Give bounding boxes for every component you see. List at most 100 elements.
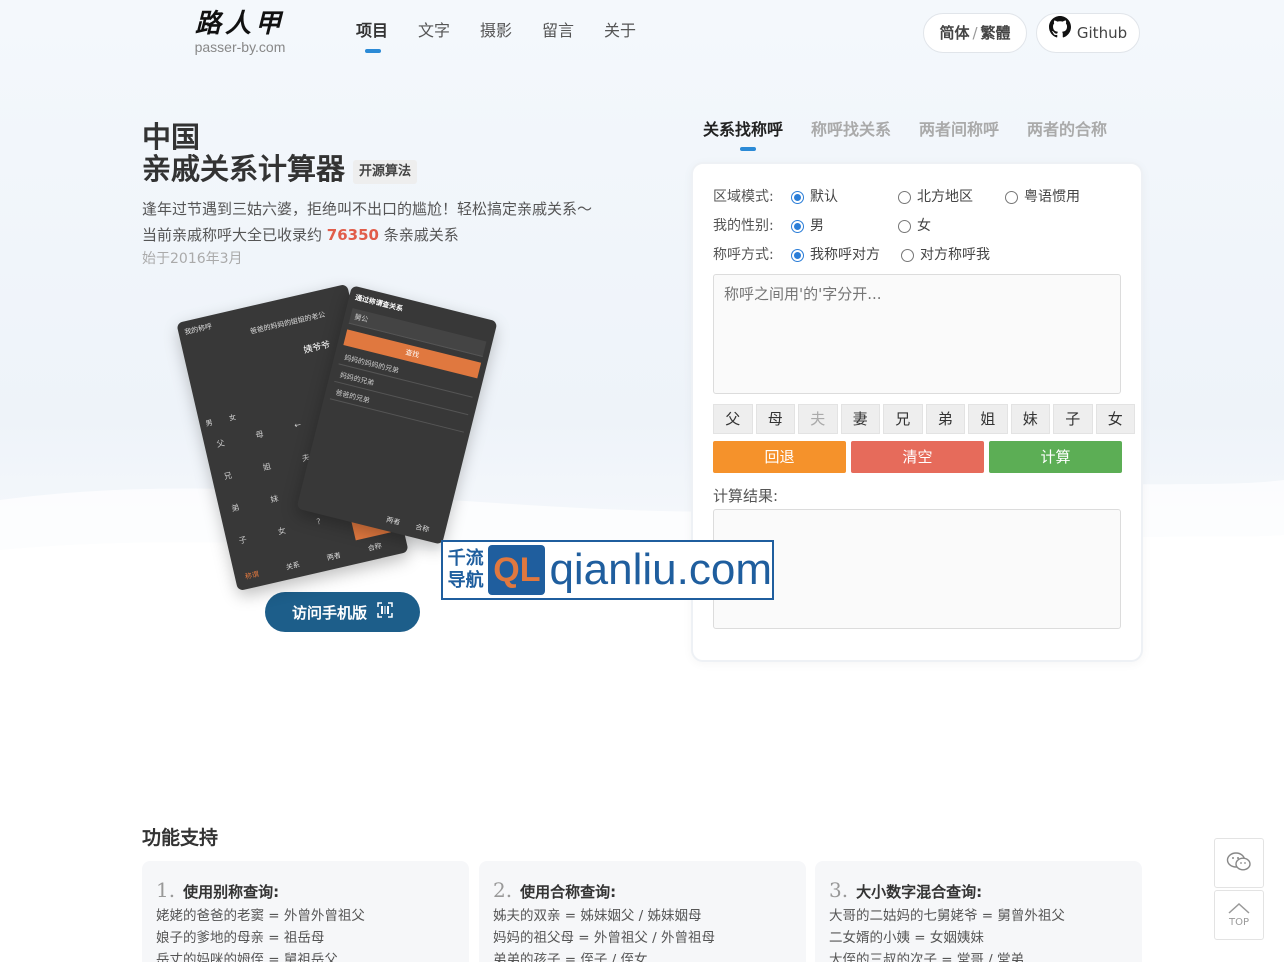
page-title-line2: 亲戚关系计算器 开源算法	[142, 152, 418, 186]
radio-dot	[898, 190, 911, 204]
radio-dot	[901, 248, 914, 262]
back-to-top-button[interactable]: TOP	[1214, 890, 1264, 940]
radio-label: 男	[810, 218, 824, 234]
radio-label: 对方称呼我	[920, 247, 990, 263]
clear-button[interactable]: 清空	[851, 441, 984, 473]
key-son[interactable]: 子	[1053, 404, 1093, 434]
phone-b-tab: 合称	[414, 522, 431, 535]
tab-title-to-relation[interactable]: 称呼找关系	[811, 118, 891, 152]
lang-separator: /	[972, 24, 978, 42]
feature-title-text: 大小数字混合查询:	[856, 883, 983, 901]
qr-scan-icon	[377, 602, 393, 622]
feature-title-text: 使用别称查询:	[183, 883, 280, 901]
feature-example: 二女婿的小姨 = 女姻姨妹	[829, 930, 984, 946]
call-me-to-them-radio[interactable]: 我称呼对方	[791, 244, 880, 266]
key-daughter[interactable]: 女	[1095, 404, 1135, 434]
watermark-cn-line1: 千流	[447, 548, 484, 569]
wechat-button[interactable]	[1214, 838, 1264, 888]
key-younger-brother[interactable]: 弟	[925, 404, 965, 434]
visit-mobile-button[interactable]: 访问手机版	[265, 592, 420, 632]
desc-prefix: 当前亲戚称呼大全已收录约	[142, 226, 323, 244]
desc-line1: 逢年过节遇到三姑六婆，拒绝叫不出口的尴尬！轻松搞定亲戚关系～	[142, 200, 593, 218]
logo-cn: 路人甲	[194, 9, 285, 39]
phone-a-tab: 合称	[367, 541, 383, 553]
watermark-domain: qianliu.com	[549, 545, 772, 594]
key-elder-sister[interactable]: 姐	[968, 404, 1008, 434]
open-source-badge[interactable]: 开源算法	[353, 160, 418, 184]
radio-dot	[898, 219, 911, 233]
key-younger-sister[interactable]: 妹	[1010, 404, 1050, 434]
call-mode-label: 称呼方式:	[713, 247, 774, 263]
key-father[interactable]: 父	[713, 404, 753, 434]
region-cantonese-radio[interactable]: 粤语惯用	[1005, 186, 1080, 208]
watermark-cn-line2: 导航	[447, 570, 484, 591]
feature-example: 岳丈的妈咪的姆侄 = 舅祖岳父	[156, 952, 338, 962]
key-elder-brother[interactable]: 兄	[883, 404, 923, 434]
relation-input[interactable]	[713, 274, 1121, 394]
nav-item-projects[interactable]: 项目	[356, 20, 418, 54]
gender-label: 我的性别:	[713, 218, 774, 234]
key-wife[interactable]: 妻	[840, 404, 880, 434]
phone-a-key: 女	[276, 526, 287, 537]
call-them-to-me-radio[interactable]: 对方称呼我	[901, 244, 990, 266]
phone-a-tab: 两者	[326, 551, 342, 563]
phone-a-key: ←	[293, 419, 302, 431]
nav-item-photography[interactable]: 摄影	[480, 20, 542, 54]
gender-male-radio[interactable]: 男	[791, 215, 824, 237]
calculate-button[interactable]: 计算	[989, 441, 1122, 473]
radio-label: 北方地区	[917, 189, 973, 205]
tab-mutual-title[interactable]: 两者间称呼	[919, 118, 999, 152]
visit-mobile-label: 访问手机版	[291, 603, 367, 622]
github-label: Github	[1076, 24, 1128, 42]
key-mother[interactable]: 母	[755, 404, 795, 434]
feature-number: 3.	[829, 878, 849, 902]
feature-example: 娘子的爹地的母亲 = 祖岳母	[156, 930, 325, 946]
feature-title-text: 使用合称查询:	[520, 883, 617, 901]
key-husband[interactable]: 夫	[798, 404, 838, 434]
feature-example: 妈妈的祖父母 = 外曾祖父 / 外曾祖母	[493, 930, 716, 946]
radio-dot	[791, 248, 804, 262]
gender-female-radio[interactable]: 女	[898, 215, 931, 237]
nav-item-messages[interactable]: 留言	[542, 20, 604, 54]
tab-combined-title[interactable]: 两者的合称	[1027, 118, 1107, 152]
language-switch-button[interactable]: 简体 / 繁體	[923, 13, 1027, 53]
since-date: 始于2016年3月	[142, 251, 243, 267]
phone-b-tab: 两者	[385, 515, 401, 527]
result-box	[713, 509, 1121, 629]
phone-a-key: 子	[237, 535, 248, 546]
feature-card-numbers: 3. 大小数字混合查询: 大哥的二姑妈的七舅姥爷 = 舅曾外祖父 二女婿的小姨 =…	[815, 861, 1142, 962]
region-default-radio[interactable]: 默认	[791, 186, 838, 208]
feature-example: 姥姥的爸爸的老窦 = 外曾外曾祖父	[156, 908, 365, 924]
phone-a-key: 姐	[262, 461, 272, 473]
lang-simplified: 简体	[939, 24, 970, 42]
logo-en: passer-by.com	[194, 39, 286, 55]
phone-a-gender-f: 女	[228, 413, 237, 423]
back-button[interactable]: 回退	[713, 441, 846, 473]
result-label: 计算结果:	[713, 487, 779, 505]
tab-relation-to-title[interactable]: 关系找称呼	[703, 118, 783, 152]
phone-a-key: 妹	[269, 493, 280, 505]
region-north-radio[interactable]: 北方地区	[898, 186, 973, 208]
phone-a-key: 母	[254, 429, 265, 441]
radio-dot	[791, 219, 804, 233]
page-title: 亲戚关系计算器	[142, 152, 346, 186]
radio-dot	[1005, 190, 1018, 204]
action-buttons: 回退 清空 计算	[713, 441, 1122, 473]
main-nav: 项目 文字 摄影 留言 关于	[356, 20, 666, 54]
feature-number: 1.	[156, 878, 176, 902]
radio-label: 默认	[810, 189, 838, 205]
github-button[interactable]: Github	[1036, 13, 1140, 53]
phone-a-key: 弟	[230, 502, 241, 514]
feature-example: 大哥的二姑妈的七舅姥爷 = 舅曾外祖父	[829, 908, 1065, 924]
watermark-ql: QL	[488, 545, 546, 595]
site-logo[interactable]: 路人甲 passer-by.com	[180, 8, 300, 58]
phone-a-top-right: 爸爸的妈妈的姐姐的老公	[249, 310, 327, 336]
wechat-icon	[1226, 851, 1252, 876]
feature-number: 2.	[493, 878, 513, 902]
phone-a-key: ?	[315, 516, 322, 527]
desc-suffix: 条亲戚关系	[383, 226, 459, 244]
nav-item-text[interactable]: 文字	[418, 20, 480, 54]
radio-label: 粤语惯用	[1024, 189, 1080, 205]
top-label: TOP	[1228, 917, 1249, 928]
nav-item-about[interactable]: 关于	[604, 20, 666, 54]
